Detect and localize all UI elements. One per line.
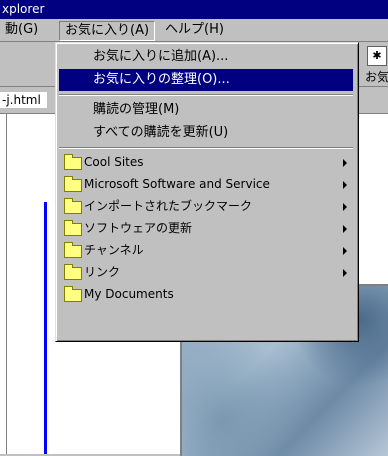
folder-label: My Documents — [84, 287, 174, 301]
submenu-arrow-icon — [343, 159, 347, 167]
folder-icon — [64, 242, 82, 258]
submenu-arrow-icon — [343, 247, 347, 255]
accent-line — [44, 202, 47, 454]
folder-icon — [64, 286, 82, 302]
folder-icon — [64, 176, 82, 192]
favorites-toolbar-button[interactable]: ✱ お気に — [362, 46, 388, 101]
menu-bar: 動(G) お気に入り(A) ヘルプ(H) — [0, 19, 388, 42]
folder-item-software-updates[interactable]: ソフトウェアの更新 — [59, 218, 353, 239]
folder-item-imported-bookmarks[interactable]: インポートされたブックマーク — [59, 196, 353, 217]
submenu-arrow-icon — [343, 181, 347, 189]
menu-item-update-all-subscriptions[interactable]: すべての購読を更新(U) — [59, 122, 353, 144]
menu-item-manage-subscriptions[interactable]: 購読の管理(M) — [59, 99, 353, 121]
menu-go[interactable]: 動(G) — [0, 21, 43, 39]
menu-help[interactable]: ヘルプ(H) — [160, 21, 229, 39]
folder-label: チャンネル — [84, 243, 144, 257]
folder-item-cool-sites[interactable]: Cool Sites — [59, 152, 353, 173]
menu-item-label: 購読の管理(M) — [93, 102, 180, 117]
submenu-arrow-icon — [343, 225, 347, 233]
menu-item-label: お気に入りに追加(A)... — [93, 49, 229, 64]
folder-label: ソフトウェアの更新 — [84, 221, 193, 235]
favorites-menu: お気に入りに追加(A)... お気に入りの整理(O)... 購読の管理(M) す… — [55, 42, 359, 342]
window-title: xplorer — [2, 2, 45, 16]
menu-separator — [59, 147, 353, 149]
folder-label: インポートされたブックマーク — [84, 199, 253, 213]
menu-item-add-favorite[interactable]: お気に入りに追加(A)... — [59, 46, 353, 68]
folder-icon — [64, 264, 82, 280]
folder-item-links[interactable]: リンク — [59, 262, 353, 283]
address-input[interactable]: -j.html — [0, 92, 47, 108]
submenu-arrow-icon — [343, 203, 347, 211]
menu-item-label: すべての購読を更新(U) — [93, 125, 229, 140]
folder-item-my-documents[interactable]: My Documents — [59, 284, 353, 305]
menu-separator — [59, 94, 353, 96]
folder-item-channels[interactable]: チャンネル — [59, 240, 353, 261]
folder-label: リンク — [84, 265, 121, 279]
favorites-icon: ✱ — [367, 46, 387, 66]
folder-label: Microsoft Software and Service — [84, 177, 270, 191]
menu-item-organize-favorites[interactable]: お気に入りの整理(O)... — [59, 69, 353, 91]
menu-item-label: お気に入りの整理(O)... — [93, 72, 230, 87]
folder-icon — [64, 154, 82, 170]
title-bar: xplorer — [0, 0, 388, 19]
folder-label: Cool Sites — [84, 155, 144, 169]
folder-icon — [64, 220, 82, 236]
frame-border — [6, 114, 7, 454]
submenu-arrow-icon — [343, 269, 347, 277]
folder-item-microsoft[interactable]: Microsoft Software and Service — [59, 174, 353, 195]
menu-favorites[interactable]: お気に入り(A) — [59, 21, 156, 41]
folder-icon — [64, 198, 82, 214]
